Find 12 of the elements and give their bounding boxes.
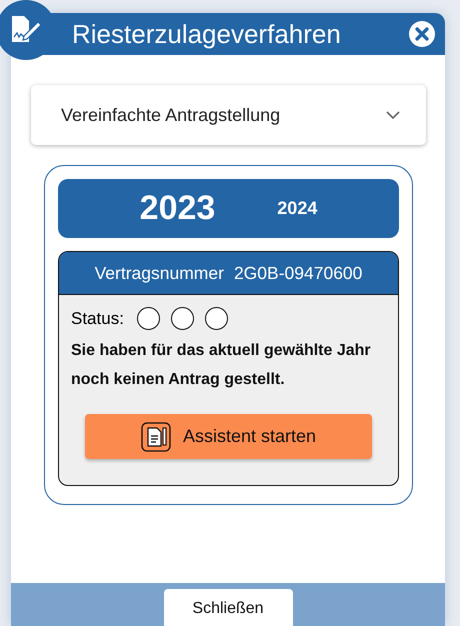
document-pencil-icon (140, 422, 171, 452)
year-tab[interactable]: 2023 (140, 189, 216, 228)
assistant-button[interactable]: Assistent starten (85, 414, 372, 459)
close-button[interactable]: Schließen (164, 589, 292, 626)
dropdown[interactable]: Vereinfachte Antragstellung (31, 85, 426, 145)
contract-label: Vertragsnummer (94, 262, 224, 284)
contract-number: 2G0B-09470600 (234, 262, 362, 284)
year-tab[interactable]: 2024 (277, 198, 318, 219)
dialog-title: Riesterzulageverfahren (72, 18, 341, 50)
close-icon[interactable] (409, 21, 435, 47)
status-label: Status: (71, 308, 124, 328)
info-message: Sie haben für das aktuell gewählte Jahr noch keinen Antrag gestellt. (71, 341, 372, 390)
